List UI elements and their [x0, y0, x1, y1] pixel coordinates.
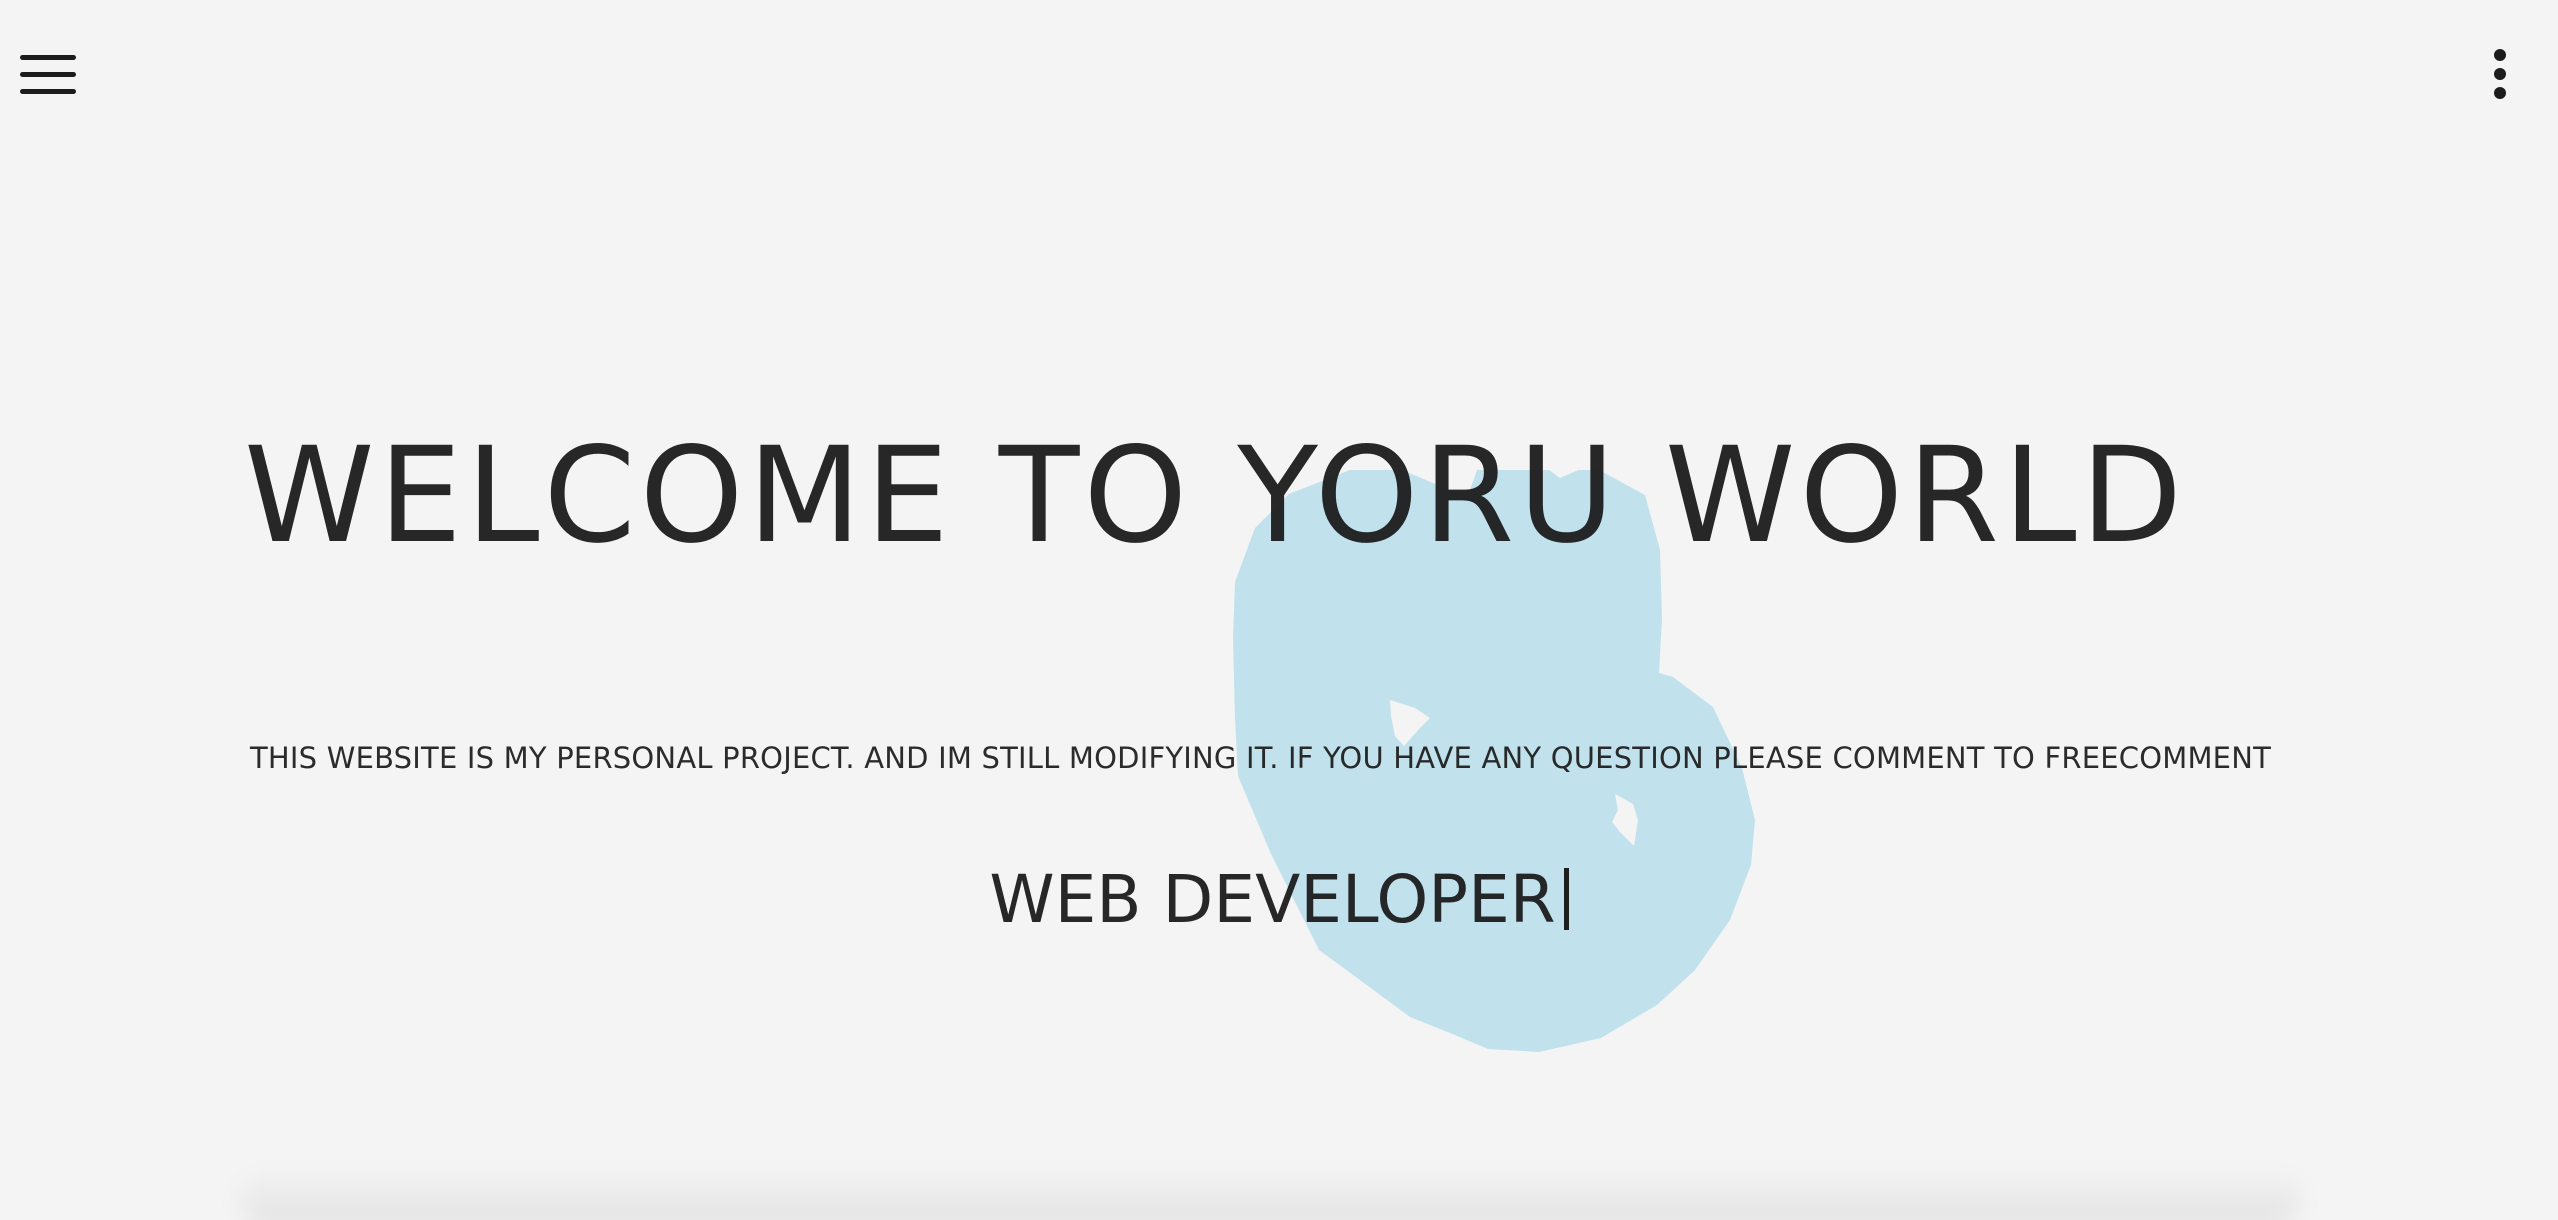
role-text: WEB DEVELOPER — [989, 861, 1556, 938]
hero-title: WELCOME TO YORU WORLD — [244, 419, 2187, 573]
hero-section: WELCOME TO YORU WORLD THIS WEBSITE IS MY… — [0, 0, 2558, 1220]
hero-description: THIS WEBSITE IS MY PERSONAL PROJECT. AND… — [250, 741, 2272, 775]
homepage: WELCOME TO YORU WORLD THIS WEBSITE IS MY… — [0, 0, 2558, 1220]
typing-cursor — [1563, 868, 1569, 930]
typing-role: WEB DEVELOPER — [0, 861, 2558, 938]
